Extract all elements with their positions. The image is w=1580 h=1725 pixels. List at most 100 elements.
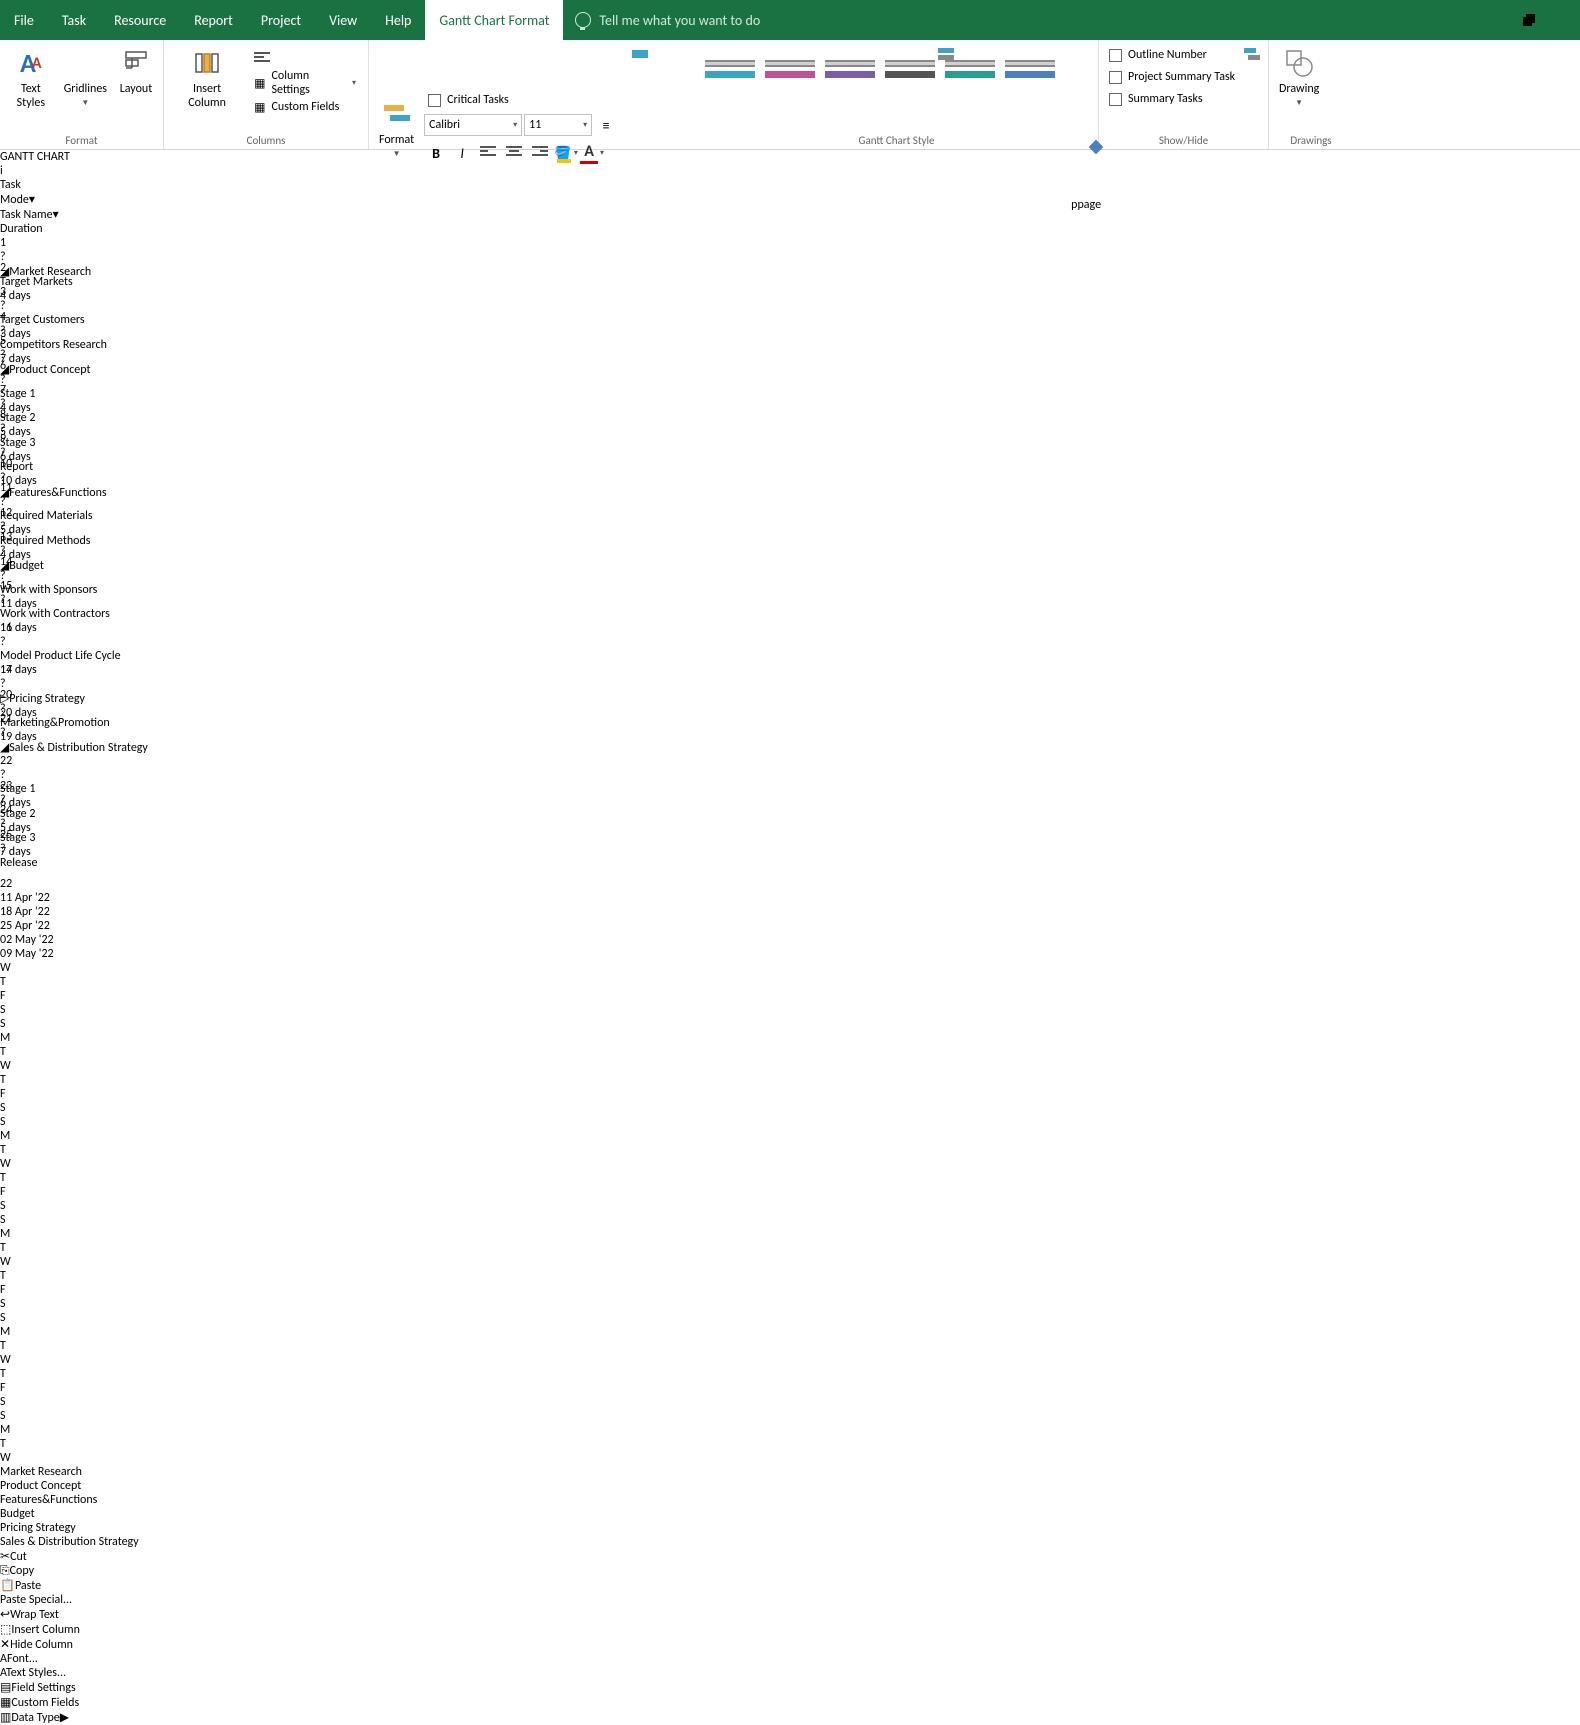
ctx-copy[interactable]: ⎘Copy xyxy=(0,1564,1580,1578)
gantt-style-thumb[interactable] xyxy=(765,48,815,90)
table-row[interactable]: 23 ? Stage 2 5 days xyxy=(0,779,1580,804)
indent-button[interactable]: ≡ xyxy=(594,113,618,137)
format-bars-button[interactable]: Format ▼ xyxy=(375,95,418,161)
task-mode-hdr[interactable]: Task Mode▾ xyxy=(0,178,60,207)
table-row[interactable]: 3 ? Target Customers 3 days xyxy=(0,285,1580,310)
critical-tasks-checkbox[interactable]: Critical Tasks xyxy=(424,91,618,109)
table-row[interactable]: 15 ? Work with Contractors 11 days xyxy=(0,579,1580,621)
menu-view[interactable]: View xyxy=(315,0,371,40)
ctx-field-settings[interactable]: ▤Field Settings xyxy=(0,1680,1580,1695)
insert-column-button[interactable]: Insert Column xyxy=(170,44,244,113)
drawing-button[interactable]: Drawing ▼ xyxy=(1275,44,1323,110)
tell-me-search[interactable]: Tell me what you want to do xyxy=(575,12,760,29)
table-row[interactable]: 20 ? Marketing&Promotion 19 days xyxy=(0,688,1580,713)
table-row[interactable]: 14 ? Work with Sponsors 11 days xyxy=(0,555,1580,580)
row-number: 13 xyxy=(0,530,1580,544)
window-close-icon[interactable] xyxy=(1558,13,1572,27)
table-row[interactable]: 13 ? ◢Budget xyxy=(0,530,1580,555)
ctx-paste-special-[interactable]: Paste Special... xyxy=(0,1593,1580,1607)
table-row[interactable]: 5 ? ◢Product Concept xyxy=(0,334,1580,359)
align-right-button[interactable] xyxy=(528,141,552,165)
table-row[interactable]: 10 ? ◢Features&Functions xyxy=(0,457,1580,482)
timeline-day: T xyxy=(0,1171,1580,1185)
task-grid: i Task Mode▾ Task Name▾ Duration 1 ? ◢Ma… xyxy=(0,164,1580,877)
custom-fields-button[interactable]: ▦Custom Fields xyxy=(248,96,362,118)
ctx-paste[interactable]: 📋Paste xyxy=(0,1578,1580,1593)
timeline-day: S xyxy=(0,1297,1580,1311)
gantt-chart[interactable]: 2211 Apr '2218 Apr '2225 Apr '2202 May '… xyxy=(0,877,1580,1549)
table-row[interactable]: 21 ? ◢Sales & Distribution Strategy xyxy=(0,712,1580,754)
table-row[interactable]: 11 ? Required Materials 5 days xyxy=(0,481,1580,506)
gantt-style-thumb[interactable] xyxy=(885,48,935,90)
copy-icon: ⎘ xyxy=(0,1564,10,1578)
table-row[interactable]: 24 ? Stage 3 7 days xyxy=(0,803,1580,828)
project-summary-checkbox[interactable]: Project Summary Task xyxy=(1105,68,1239,86)
ctx-font-[interactable]: AFont... xyxy=(0,1652,1580,1666)
window-controls xyxy=(1522,13,1572,27)
fill-color-button[interactable]: 🪣▾ xyxy=(554,141,578,165)
ctx-text-styles-[interactable]: AText Styles... xyxy=(0,1666,1580,1680)
menu-resource[interactable]: Resource xyxy=(100,0,180,40)
table-row[interactable]: 6 ? Stage 1 4 days xyxy=(0,359,1580,384)
align-left-button[interactable] xyxy=(476,141,500,165)
outline-number-checkbox[interactable]: Outline Number xyxy=(1105,46,1239,64)
table-row[interactable]: 17 ? ▷Pricing Strategy 20 days xyxy=(0,663,1580,688)
timeline-day: T xyxy=(0,1241,1580,1255)
table-row[interactable]: 22 ? Stage 1 6 days xyxy=(0,754,1580,779)
menu-gantt-chart-format[interactable]: Gantt Chart Format xyxy=(425,0,563,40)
table-row[interactable]: 12 ? Required Methods 4 days xyxy=(0,506,1580,531)
table-row[interactable] xyxy=(0,852,1580,877)
gantt-style-thumb[interactable] xyxy=(705,48,755,90)
ctx-insert-column[interactable]: ⬚Insert Column xyxy=(0,1622,1580,1637)
menu-report[interactable]: Report xyxy=(180,0,247,40)
gantt-style-thumb[interactable] xyxy=(1005,48,1055,90)
table-row[interactable]: 25 ? Release xyxy=(0,828,1580,853)
window-restore-icon[interactable] xyxy=(1522,13,1536,27)
task-name-hdr[interactable]: Task Name▾ xyxy=(0,207,174,222)
ctx-hide-column[interactable]: ✕Hide Column xyxy=(0,1637,1580,1652)
italic-button[interactable]: I xyxy=(450,141,474,165)
timeline-day: W xyxy=(0,1157,1580,1171)
font-size-select[interactable]: 11▾ xyxy=(524,114,592,136)
timeline-day: T xyxy=(0,1339,1580,1353)
task-name-cell[interactable]: Work with Contractors xyxy=(0,607,1580,621)
task-mode-cell: ? xyxy=(0,726,1580,740)
task-name-cell[interactable]: ◢Sales & Distribution Strategy xyxy=(0,740,1580,755)
layout-button[interactable]: Layout xyxy=(115,44,157,98)
gantt-style-thumb[interactable] xyxy=(945,48,995,90)
ctx-cut[interactable]: ✂Cut xyxy=(0,1549,1580,1564)
timeline-week: 22 xyxy=(0,877,110,891)
menu-project[interactable]: Project xyxy=(247,0,315,40)
data-icon: ▥ xyxy=(0,1711,11,1725)
table-row[interactable]: 9 ? Report 10 days xyxy=(0,432,1580,457)
table-row[interactable]: 4 ? Competitors Research 7 days xyxy=(0,310,1580,335)
task-name-cell[interactable]: Model Product Life Cycle xyxy=(0,649,1580,663)
font-color-button[interactable]: A▾ xyxy=(580,141,604,165)
menu-task[interactable]: Task xyxy=(48,0,100,40)
align-left-small[interactable] xyxy=(248,48,362,70)
row-number: 2 xyxy=(0,261,1580,275)
ctx-wrap-text[interactable]: ↩Wrap Text xyxy=(0,1607,1580,1622)
table-row[interactable]: 2 Target Markets 4 days xyxy=(0,261,1580,286)
font-name-select[interactable]: Calibri▾ xyxy=(424,114,522,136)
menu-file[interactable]: File xyxy=(0,0,48,40)
table-row[interactable]: 8 ? Stage 3 6 days xyxy=(0,408,1580,433)
column-settings-button[interactable]: ▦Column Settings ▾ xyxy=(248,72,362,94)
bold-button[interactable]: B xyxy=(424,141,448,165)
text-styles-button[interactable]: AA Text Styles xyxy=(6,44,56,113)
table-row[interactable]: 7 ? Stage 2 5 days xyxy=(0,383,1580,408)
table-row[interactable]: 1 ? ◢Market Research xyxy=(0,236,1580,261)
summary-tasks-checkbox[interactable]: Summary Tasks xyxy=(1105,90,1239,108)
align-center-button[interactable] xyxy=(502,141,526,165)
table-row[interactable]: 16 ? Model Product Life Cycle 14 days xyxy=(0,621,1580,663)
duration-hdr[interactable]: Duration xyxy=(0,222,84,236)
menu-help[interactable]: Help xyxy=(371,0,425,40)
format-bars-icon xyxy=(380,97,414,131)
gridlines-button[interactable]: Gridlines ▼ xyxy=(60,44,111,110)
gantt-style-thumb[interactable] xyxy=(825,48,875,90)
ctx-label: Font... xyxy=(7,1652,38,1666)
timeline-day: M xyxy=(0,1129,1580,1143)
ribbon-group-format: AA Text Styles Gridlines ▼ Layout Format xyxy=(0,40,164,149)
ctx-custom-fields[interactable]: ▦Custom Fields xyxy=(0,1695,1580,1710)
timeline-day: S xyxy=(0,1213,1580,1227)
